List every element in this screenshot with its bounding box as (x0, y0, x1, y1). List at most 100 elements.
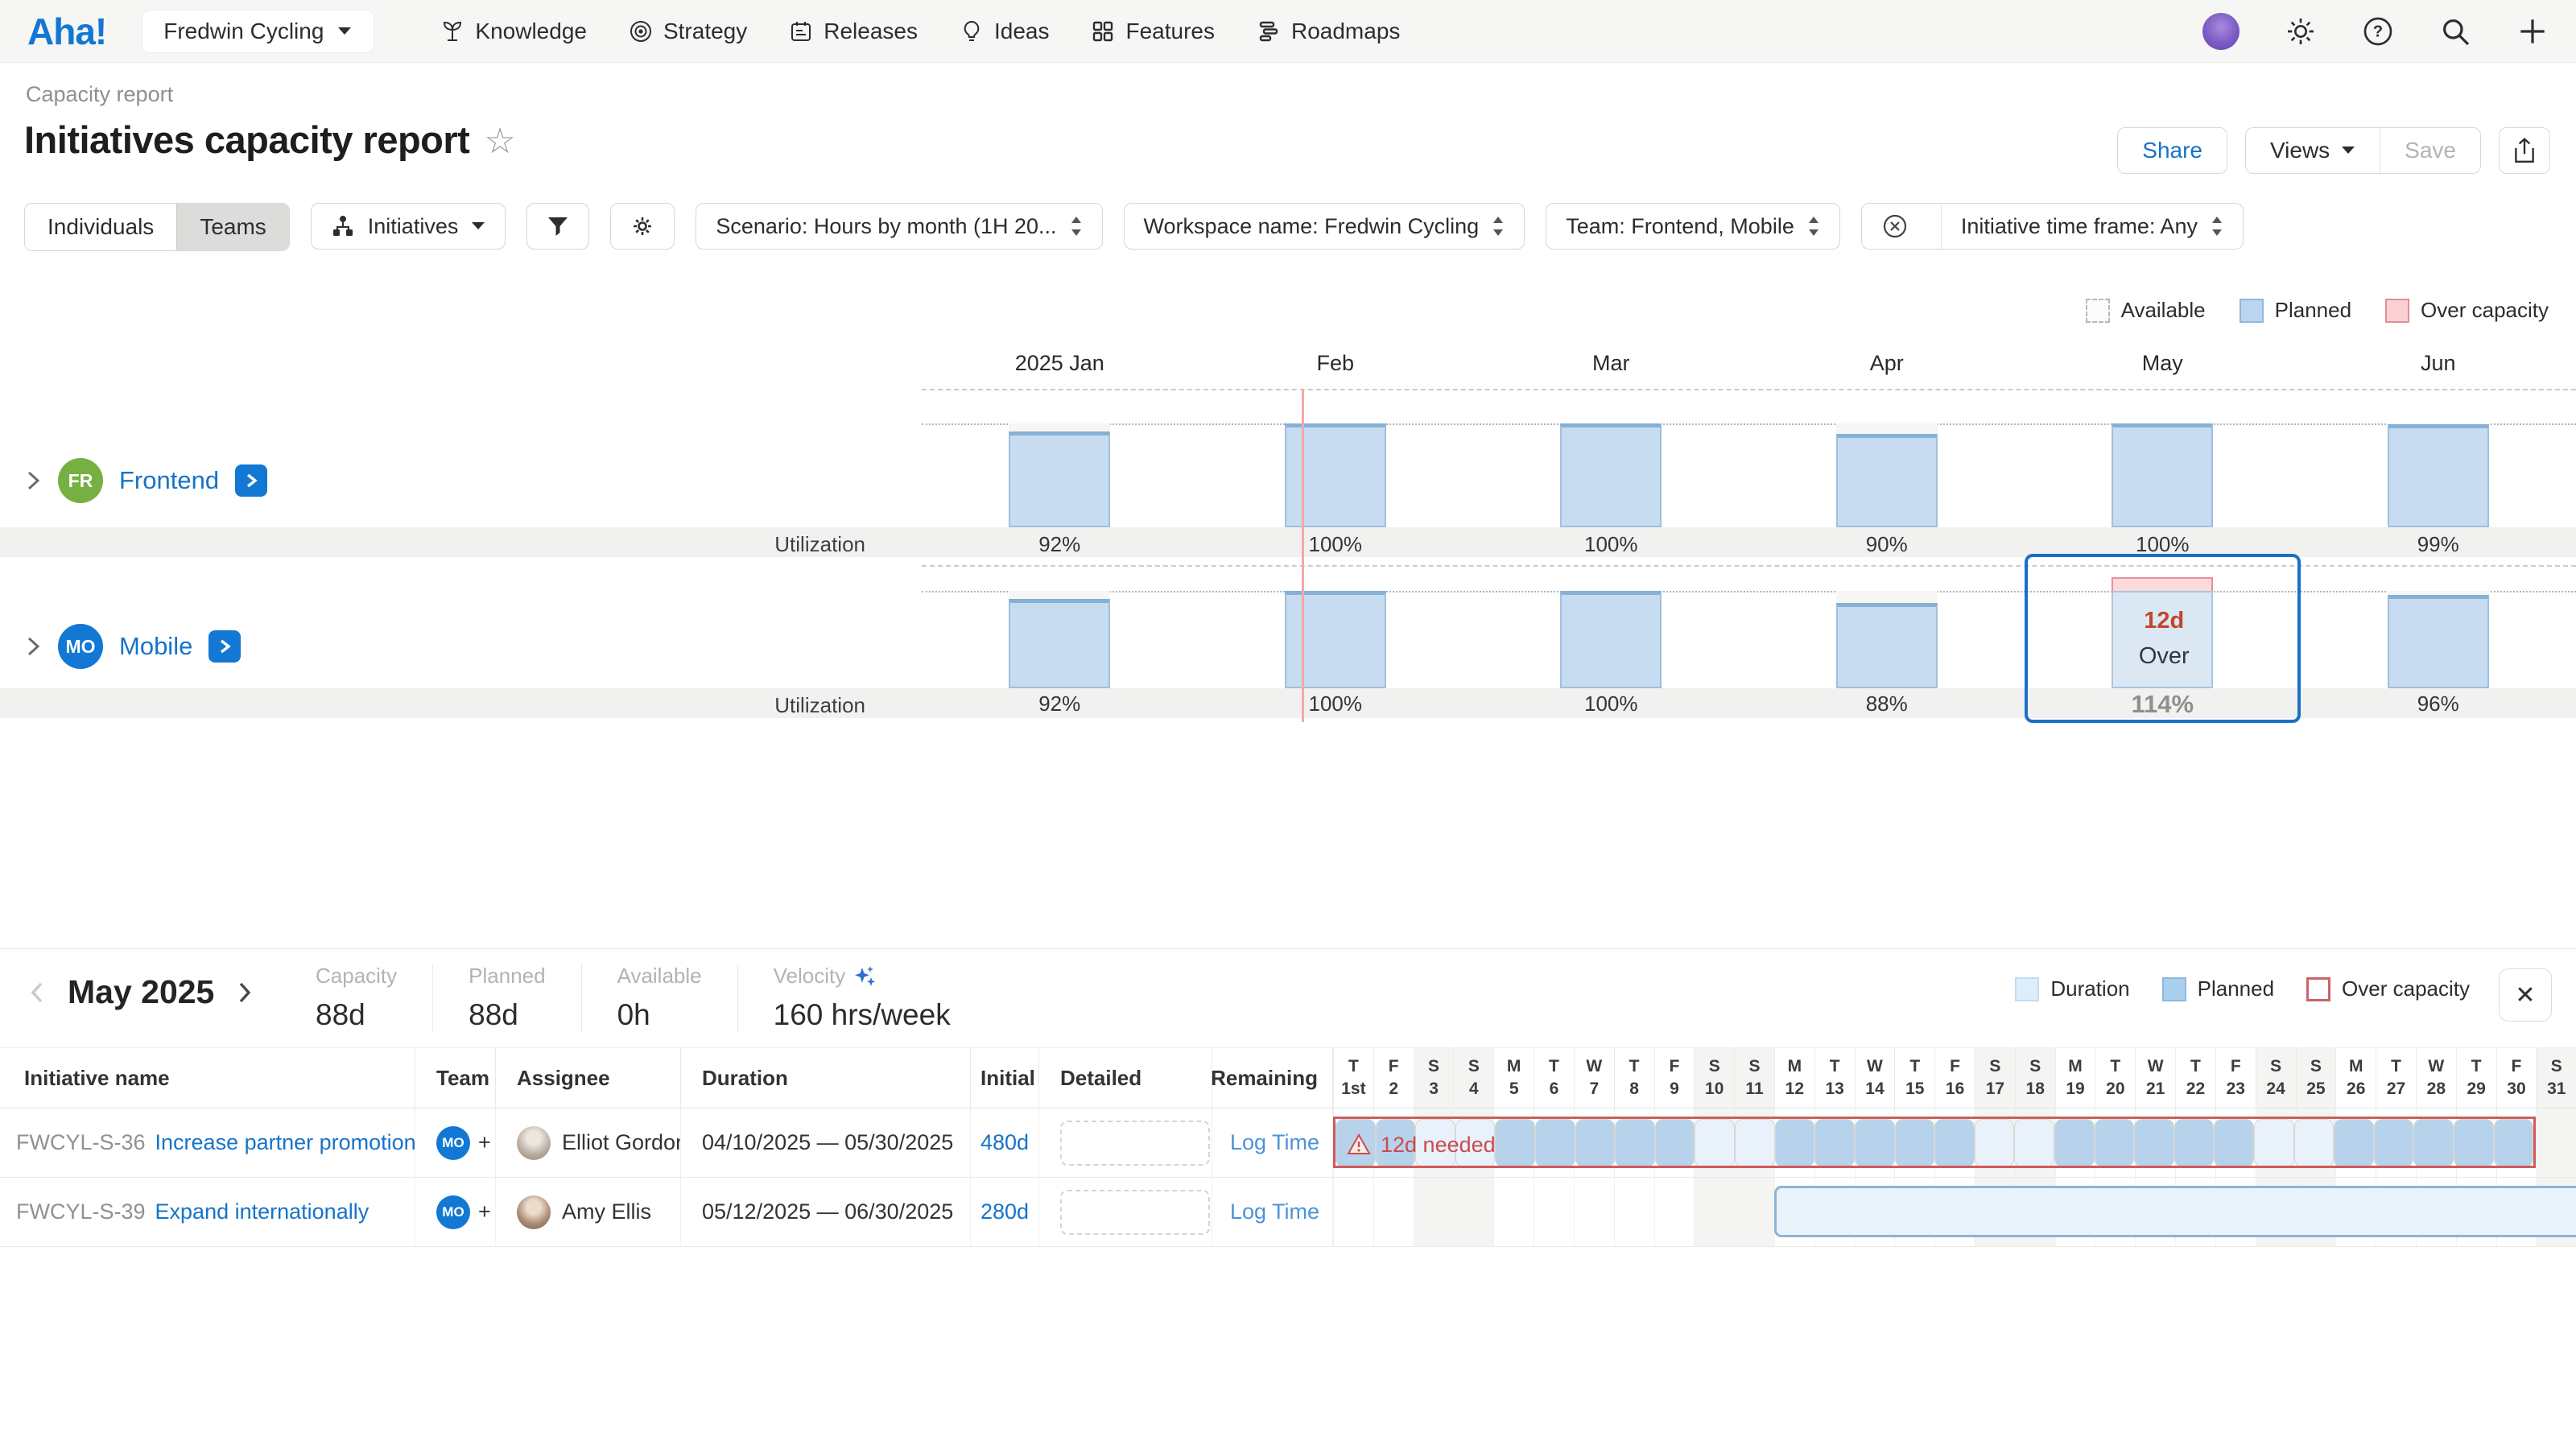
clear-filter-button[interactable] (1862, 204, 1928, 249)
day-column-header: S25 (2296, 1048, 2336, 1108)
settings-button[interactable] (610, 203, 675, 250)
day-column-header: S18 (2015, 1048, 2055, 1108)
day-column-header: T22 (2175, 1048, 2215, 1108)
column-header-remaining: Remaining (1212, 1048, 1332, 1108)
day-column-header: T29 (2456, 1048, 2496, 1108)
chevron-right-icon[interactable] (24, 468, 42, 493)
share-button[interactable]: Share (2117, 127, 2227, 174)
close-panel-button[interactable]: ✕ (2499, 968, 2552, 1022)
team-badge[interactable]: MO (436, 1126, 470, 1160)
duration-cell: 05/12/2025 — 06/30/2025 (680, 1178, 970, 1246)
duration-cell: 04/10/2025 — 05/30/2025 (680, 1108, 970, 1177)
nav-item-knowledge[interactable]: Knowledge (440, 19, 587, 44)
caret-down-icon (471, 221, 485, 231)
stat-capacity: Capacity 88d (316, 964, 433, 1032)
initiatives-dropdown[interactable]: Initiatives (311, 203, 506, 250)
gantt-day-cell (1614, 1178, 1654, 1246)
plus-icon[interactable] (2516, 15, 2549, 47)
favorite-star-icon[interactable]: ☆ (484, 124, 515, 159)
user-avatar[interactable] (2202, 13, 2240, 50)
detailed-estimate-input[interactable] (1060, 1121, 1210, 1166)
assignee-cell: Elliot Gordon (495, 1108, 680, 1177)
log-time-link[interactable]: Log Time (1212, 1199, 1332, 1224)
scenario-filter[interactable]: Scenario: Hours by month (1H 20... (696, 203, 1102, 250)
capacity-bar-mobile-6[interactable] (2388, 595, 2489, 688)
initial-estimate-link[interactable]: 480d (980, 1130, 1029, 1155)
filter-toolbar: Individuals Teams Initiatives Scenario: … (0, 203, 2576, 267)
workspace-filter[interactable]: Workspace name: Fredwin Cycling (1124, 203, 1525, 250)
gantt-bar-duration[interactable] (1774, 1186, 2576, 1237)
chevron-left-icon[interactable] (27, 979, 47, 1006)
month-label: Apr (1749, 351, 2025, 376)
initiative-link[interactable]: Increase partner promotions (155, 1130, 415, 1155)
gear-icon[interactable] (2285, 15, 2317, 47)
day-column-header: W7 (1574, 1048, 1614, 1108)
gantt-bar-segment (2174, 1119, 2215, 1167)
utilization-value: 92% (922, 532, 1198, 557)
teams-tab[interactable]: Teams (176, 204, 288, 250)
save-button[interactable]: Save (2380, 128, 2480, 173)
views-button[interactable]: Views (2246, 128, 2380, 173)
stat-available: Available 0h (617, 964, 738, 1032)
chevron-right-icon[interactable] (235, 979, 254, 1006)
detailed-estimate-input[interactable] (1060, 1190, 1210, 1235)
circle-x-icon (1881, 213, 1909, 240)
nav-item-releases[interactable]: Releases (789, 19, 918, 44)
available-zone (1836, 423, 1938, 434)
column-header-initiative: Initiative name (0, 1048, 415, 1108)
initiative-link[interactable]: Expand internationally (155, 1199, 369, 1224)
team-badge[interactable]: MO (436, 1195, 470, 1229)
utilization-value: 88% (1749, 691, 2025, 716)
nav-item-roadmaps[interactable]: Roadmaps (1257, 19, 1400, 44)
capacity-bar-frontend-1[interactable] (1009, 431, 1110, 527)
day-column-header: T27 (2376, 1048, 2416, 1108)
individuals-tab[interactable]: Individuals (25, 204, 176, 250)
gantt-bar-over-capacity[interactable]: 12d needed (1333, 1117, 2536, 1168)
gantt-bar-segment (2413, 1119, 2454, 1167)
capacity-bar-frontend-4[interactable] (1836, 434, 1938, 527)
workspace-link-icon[interactable] (235, 464, 267, 497)
assignee-avatar (517, 1195, 551, 1229)
utilization-label: Utilization (0, 532, 865, 557)
team-row-frontend: FR Frontend (24, 457, 267, 504)
search-icon[interactable] (2439, 15, 2471, 47)
capacity-bar-frontend-2[interactable] (1285, 423, 1386, 527)
frontend-team-link[interactable]: Frontend (119, 466, 219, 495)
workspace-selector[interactable]: Fredwin Cycling (142, 10, 374, 53)
timeframe-filter[interactable]: Initiative time frame: Any (1941, 204, 2243, 249)
column-header-assignee: Assignee (495, 1048, 680, 1108)
capacity-100-line (922, 591, 2576, 592)
chevron-right-icon[interactable] (24, 634, 42, 659)
initial-estimate-cell: 480d (970, 1108, 1038, 1177)
aha-logo[interactable]: Aha! (27, 10, 106, 53)
team-filter[interactable]: Team: Frontend, Mobile (1546, 203, 1840, 250)
initiative-name-cell: FWCYL-S-36Increase partner promotions (0, 1108, 415, 1177)
gantt-cell: 12d needed (1332, 1108, 2576, 1177)
workspace-link-icon[interactable] (208, 630, 241, 663)
capacity-bar-frontend-3[interactable] (1560, 423, 1662, 527)
capacity-bar-mobile-5[interactable]: 12dOver (2112, 591, 2213, 688)
day-column-header: F16 (1934, 1048, 1975, 1108)
capacity-bar-frontend-6[interactable] (2388, 424, 2489, 527)
capacity-bar-mobile-1[interactable] (1009, 599, 1110, 688)
log-time-link[interactable]: Log Time (1212, 1130, 1332, 1155)
capacity-bar-mobile-3[interactable] (1560, 591, 1662, 688)
help-icon[interactable]: ? (2362, 15, 2394, 47)
nav-item-ideas[interactable]: Ideas (960, 19, 1050, 44)
day-column-header: T13 (1814, 1048, 1855, 1108)
filter-button[interactable] (526, 203, 589, 250)
nav-item-strategy[interactable]: Strategy (629, 19, 747, 44)
gantt-bar-segment (2454, 1119, 2494, 1167)
page-header: Capacity report Initiatives capacity rep… (0, 63, 2576, 203)
capacity-bar-mobile-4[interactable] (1836, 603, 1938, 688)
nav-item-features[interactable]: Features (1091, 19, 1215, 44)
initial-estimate-link[interactable]: 280d (980, 1199, 1029, 1224)
features-icon (1091, 19, 1115, 43)
panel-header: May 2025 Capacity 88d Planned 88d Availa… (0, 949, 2576, 1047)
capacity-bar-frontend-5[interactable] (2112, 423, 2213, 527)
export-button[interactable] (2499, 127, 2550, 174)
mobile-team-link[interactable]: Mobile (119, 632, 192, 661)
knowledge-icon (440, 19, 464, 43)
views-save-group: Views Save (2245, 127, 2481, 174)
capacity-bar-mobile-2[interactable] (1285, 591, 1386, 688)
